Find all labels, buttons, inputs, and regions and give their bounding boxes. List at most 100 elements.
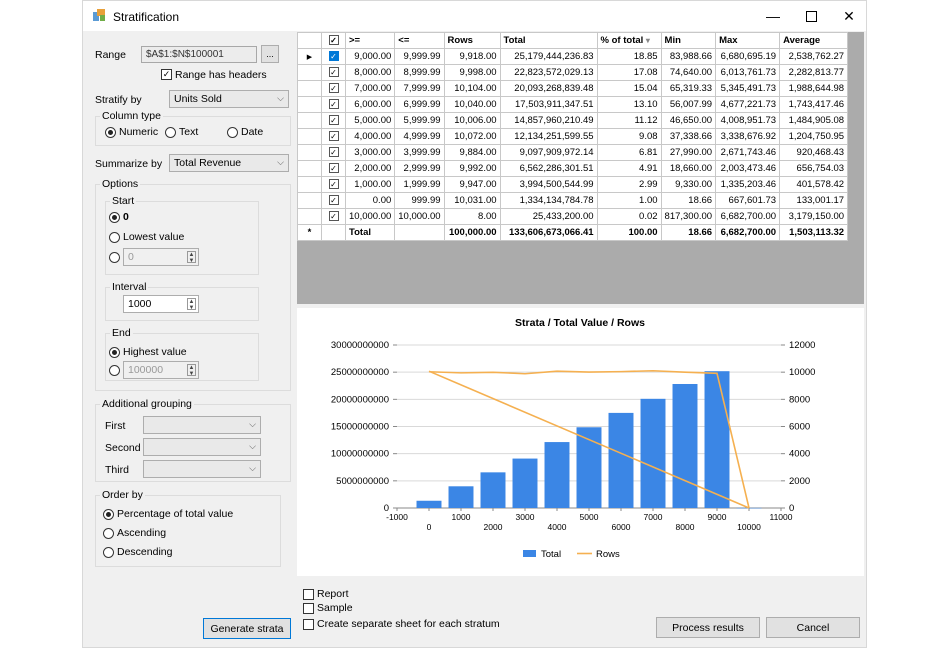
cell-lte[interactable]: 4,999.99 [394,128,445,145]
cell-max[interactable]: 4,008,951.73 [715,112,781,129]
start-zero-radio[interactable] [109,212,120,223]
cell-min[interactable]: 9,330.00 [660,176,717,193]
minimize-button[interactable]: — [757,5,789,27]
total-cell-rows[interactable]: 100,000.00 [443,224,501,241]
cell-gte[interactable]: 8,000.00 [344,64,396,81]
row-checkbox[interactable]: ✓ [321,112,346,129]
row-checkbox[interactable]: ✓ [321,64,346,81]
cell-total[interactable]: 22,823,572,029.13 [499,64,598,81]
row-checkbox[interactable]: ✓ [321,48,346,65]
close-button[interactable]: ✕ [833,5,865,27]
total-row[interactable]: * Total 100,000.00 133,606,673,066.41 100.00… [297,224,849,241]
table-row[interactable]: ✓ 0.00 999.99 10,031.00 1,334,134,784.78 1.00… [297,192,849,209]
cell-lte[interactable]: 3,999.99 [394,144,445,161]
table-row[interactable]: ✓ 2,000.00 2,999.99 9,992.00 6,562,286,301.5… [297,160,849,177]
total-cell-average[interactable]: 1,503,113.32 [779,224,849,241]
row-header[interactable] [297,192,322,209]
col-header-lte[interactable]: <= [394,32,445,49]
cell-max[interactable]: 1,335,203.46 [715,176,781,193]
table-row[interactable]: ✓ 5,000.00 5,999.99 10,006.00 14,857,960,210… [297,112,849,129]
order-asc-radio[interactable] [103,528,114,539]
row-checkbox[interactable]: ✓ [321,176,346,193]
stratify-by-select[interactable]: Units Sold ⌵ [169,90,289,108]
cell-min[interactable]: 46,650.00 [660,112,717,129]
total-cell-min[interactable]: 18.66 [660,224,717,241]
maximize-button[interactable] [795,5,827,27]
cell-pct[interactable]: 2.99 [596,176,662,193]
table-row[interactable]: ✓ 6,000.00 6,999.99 10,040.00 17,503,911,347… [297,96,849,113]
cell-pct[interactable]: 9.08 [596,128,662,145]
end-custom-radio[interactable] [109,365,120,376]
cell-average[interactable]: 401,578.42 [779,176,849,193]
col-header-pct[interactable]: % of total ▾ [596,32,662,49]
cell-lte[interactable]: 2,999.99 [394,160,445,177]
cell-lte[interactable]: 7,999.99 [394,80,445,97]
cell-total[interactable]: 20,093,268,839.48 [499,80,598,97]
row-header[interactable] [297,96,322,113]
col-header-gte[interactable]: >= [344,32,396,49]
spin-arrows-icon[interactable]: ▲ ▼ [187,251,196,264]
cell-pct[interactable]: 15.04 [596,80,662,97]
cell-lte[interactable]: 1,999.99 [394,176,445,193]
col-header-min[interactable]: Min [660,32,717,49]
total-cell-lte[interactable] [394,224,445,241]
col-header-rows[interactable]: Rows [443,32,501,49]
cell-max[interactable]: 667,601.73 [715,192,781,209]
cell-rows[interactable]: 9,998.00 [443,64,501,81]
total-cell-max[interactable]: 6,682,700.00 [715,224,781,241]
cell-min[interactable]: 83,988.66 [660,48,717,65]
cell-rows[interactable]: 10,072.00 [443,128,501,145]
cell-max[interactable]: 2,671,743.46 [715,144,781,161]
cell-rows[interactable]: 8.00 [443,208,501,225]
cell-total[interactable]: 3,994,500,544.99 [499,176,598,193]
report-checkbox[interactable] [303,589,314,600]
cell-pct[interactable]: 18.85 [596,48,662,65]
cell-gte[interactable]: 9,000.00 [344,48,396,65]
cell-average[interactable]: 920,468.43 [779,144,849,161]
table-row[interactable]: ✓ 8,000.00 8,999.99 9,998.00 22,823,572,029.… [297,64,849,81]
end-custom-input[interactable]: 100000 ▲ ▼ [123,361,199,379]
cell-total[interactable]: 17,503,911,347.51 [499,96,598,113]
cell-pct[interactable]: 17.08 [596,64,662,81]
cell-average[interactable]: 2,538,762.27 [779,48,849,65]
table-row[interactable]: ✓ 3,000.00 3,999.99 9,884.00 9,097,909,972.1… [297,144,849,161]
cell-rows[interactable]: 9,992.00 [443,160,501,177]
table-row[interactable]: ✓ 1,000.00 1,999.99 9,947.00 3,994,500,544.9… [297,176,849,193]
cell-max[interactable]: 2,003,473.46 [715,160,781,177]
cell-rows[interactable]: 10,031.00 [443,192,501,209]
cell-pct[interactable]: 4.91 [596,160,662,177]
total-cell-pct[interactable]: 100.00 [596,224,662,241]
cell-min[interactable]: 56,007.99 [660,96,717,113]
row-checkbox[interactable]: ✓ [321,208,346,225]
start-custom-input[interactable]: 0 ▲ ▼ [123,248,199,266]
coltype-numeric-radio[interactable] [105,127,116,138]
cell-total[interactable]: 12,134,251,599.55 [499,128,598,145]
row-checkbox[interactable]: ✓ [321,144,346,161]
cell-max[interactable]: 6,682,700.00 [715,208,781,225]
cell-gte[interactable]: 0.00 [344,192,396,209]
table-row[interactable]: ▶ ✓ 9,000.00 9,999.99 9,918.00 25,179,444,236… [297,48,849,65]
row-checkbox[interactable]: ✓ [321,80,346,97]
table-row[interactable]: ✓ 10,000.00 10,000.00 8.00 25,433,200.00 0.02… [297,208,849,225]
cell-average[interactable]: 133,001.17 [779,192,849,209]
cell-average[interactable]: 2,282,813.77 [779,64,849,81]
row-header[interactable] [297,176,322,193]
cell-rows[interactable]: 10,006.00 [443,112,501,129]
strata-grid[interactable]: ✓ >= <= Rows Total % of total ▾ Min Max … [297,32,864,304]
cell-min[interactable]: 65,319.33 [660,80,717,97]
row-header[interactable] [297,208,322,225]
cell-max[interactable]: 5,345,491.73 [715,80,781,97]
cell-lte[interactable]: 6,999.99 [394,96,445,113]
row-checkbox[interactable]: ✓ [321,160,346,177]
cell-pct[interactable]: 6.81 [596,144,662,161]
row-header[interactable] [297,144,322,161]
spin-arrows-icon[interactable]: ▲ ▼ [187,364,196,377]
coltype-date-radio[interactable] [227,127,238,138]
first-select[interactable]: ⌵ [143,416,261,434]
cancel-button[interactable]: Cancel [766,617,860,638]
cell-pct[interactable]: 1.00 [596,192,662,209]
select-all-checkbox[interactable]: ✓ [321,32,346,49]
row-checkbox[interactable]: ✓ [321,96,346,113]
has-headers-checkbox[interactable]: ✓ [161,69,172,80]
cell-gte[interactable]: 4,000.00 [344,128,396,145]
